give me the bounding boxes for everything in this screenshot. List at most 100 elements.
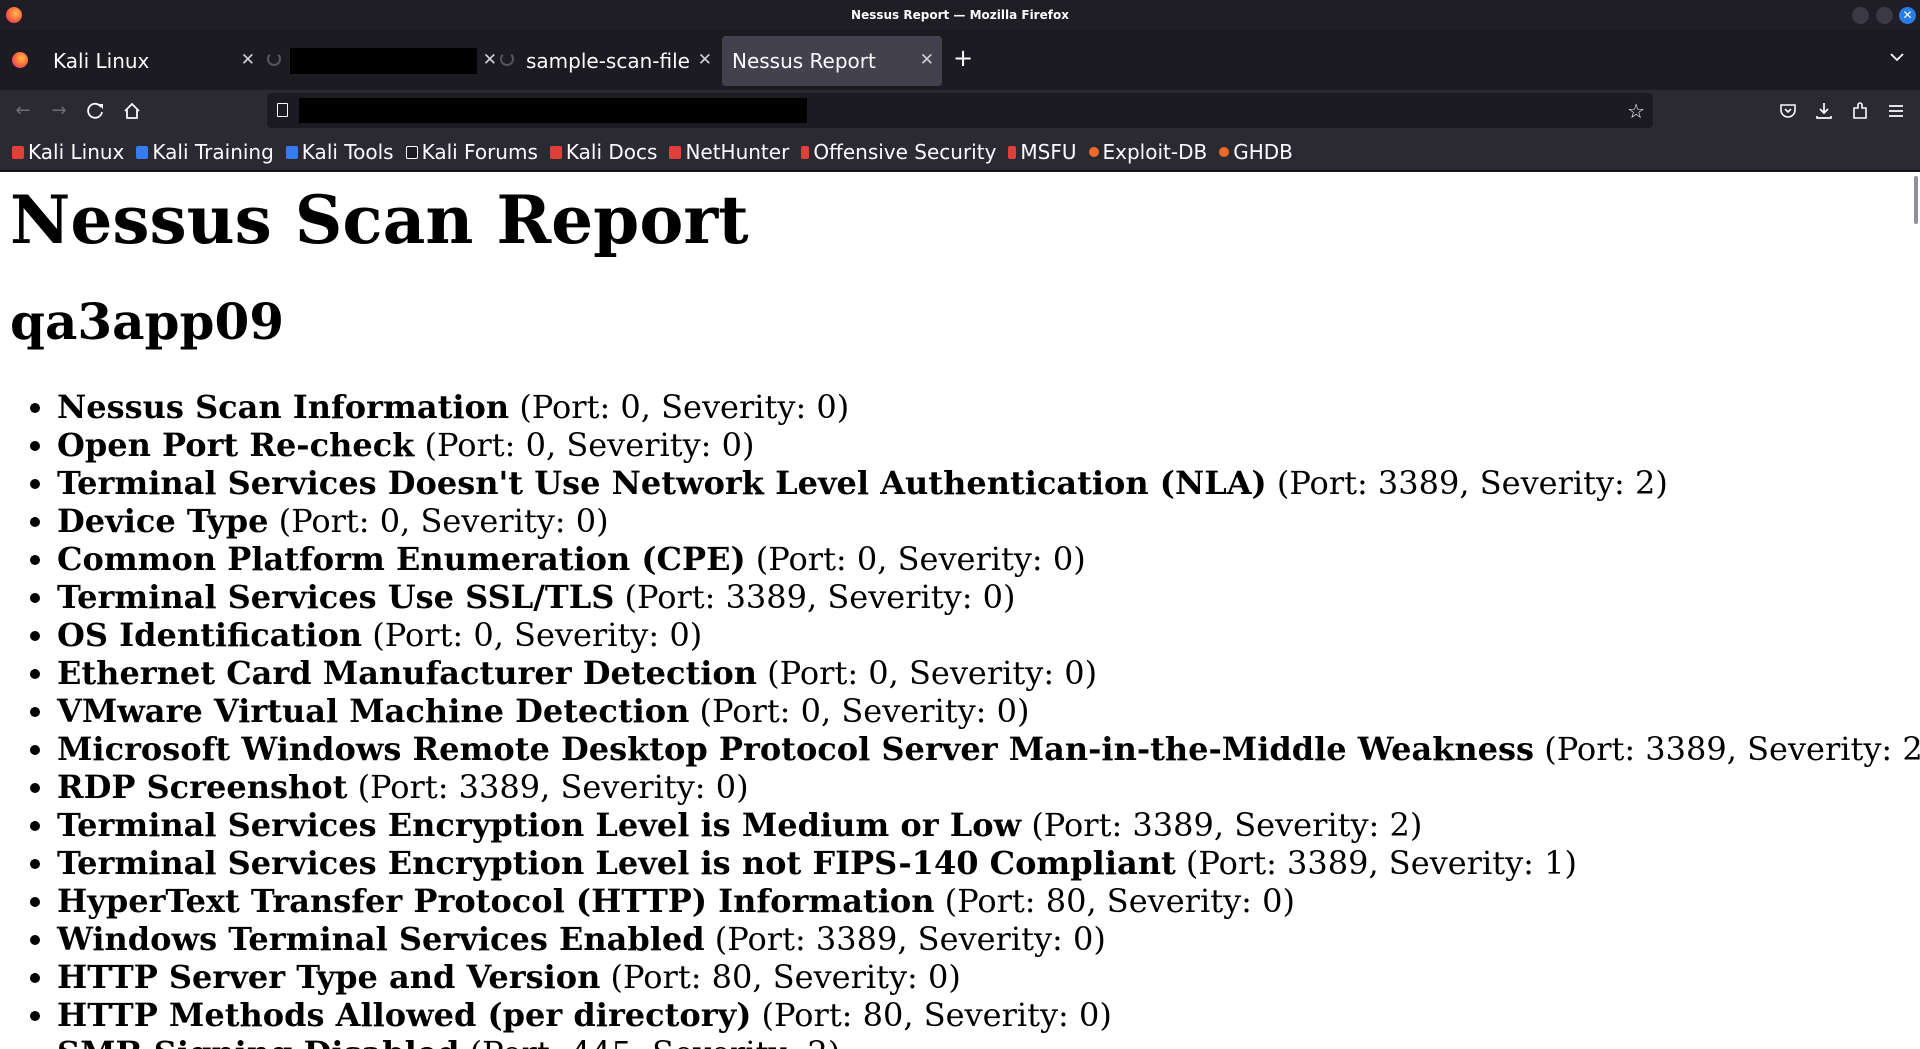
tab-kali-linux[interactable]: Kali Linux ✕: [43, 36, 263, 86]
finding-detail: (Port: 80, Severity: 0): [751, 996, 1112, 1034]
scrollbar[interactable]: [1914, 176, 1918, 224]
finding-name: HTTP Server Type and Version: [57, 958, 601, 996]
list-all-tabs-icon[interactable]: [1890, 50, 1904, 64]
window-titlebar: Nessus Report — Mozilla Firefox ✕: [0, 0, 1920, 30]
kali-docs-icon: [549, 145, 562, 159]
bookmark-label: Kali Tools: [301, 140, 394, 164]
finding-item: OS Identification (Port: 0, Severity: 0): [57, 616, 1920, 654]
tab-label: Nessus Report: [732, 49, 876, 73]
bookmarks-toolbar: Kali Linux Kali Training Kali Tools Kali…: [0, 134, 1920, 171]
firefox-view-icon[interactable]: [12, 52, 28, 68]
home-icon[interactable]: [121, 100, 143, 122]
finding-item: RDP Screenshot (Port: 3389, Severity: 0): [57, 768, 1920, 806]
bookmark-kali-forums[interactable]: Kali Forums: [405, 140, 538, 164]
tab-label: sample-scan-file: [526, 49, 690, 73]
finding-detail: (Port: 3389, Severity: 0): [347, 768, 749, 806]
bookmark-kali-docs[interactable]: Kali Docs: [549, 140, 658, 164]
bookmark-label: GHDB: [1233, 140, 1293, 164]
bookmark-kali-linux[interactable]: Kali Linux: [12, 140, 124, 164]
bookmark-msfu[interactable]: MSFU: [1008, 140, 1077, 164]
finding-name: Open Port Re-check: [57, 426, 415, 464]
finding-detail: (Port: 80, Severity: 0): [934, 882, 1295, 920]
downloads-icon[interactable]: [1813, 100, 1835, 122]
finding-item: Terminal Services Use SSL/TLS (Port: 338…: [57, 578, 1920, 616]
exploit-db-icon: [1088, 147, 1099, 157]
finding-name: Terminal Services Encryption Level is Me…: [57, 806, 1022, 844]
bookmark-label: Kali Training: [152, 140, 274, 164]
finding-name: Common Platform Enumeration (CPE): [57, 540, 746, 578]
finding-item: Ethernet Card Manufacturer Detection (Po…: [57, 654, 1920, 692]
loading-icon: [500, 52, 514, 66]
finding-detail: (Port: 3389, Severity: 2): [1021, 806, 1423, 844]
tab-close-icon[interactable]: ✕: [483, 50, 497, 70]
finding-name: SMB Signing Disabled: [57, 1034, 459, 1049]
finding-detail: (Port: 80, Severity: 0): [600, 958, 961, 996]
nethunter-icon: [669, 145, 682, 159]
tab-sample-scan-file[interactable]: sample-scan-file ✕: [500, 36, 712, 86]
finding-item: Nessus Scan Information (Port: 0, Severi…: [57, 388, 1920, 426]
bookmark-kali-tools[interactable]: Kali Tools: [285, 140, 394, 164]
finding-detail: (Port: 3389, Severity: 2): [1534, 730, 1920, 768]
bookmark-star-icon[interactable]: ☆: [1627, 99, 1645, 123]
finding-detail: (Port: 0, Severity: 0): [268, 502, 609, 540]
tab-close-icon[interactable]: ✕: [920, 50, 934, 70]
tab-redacted[interactable]: ✕: [267, 36, 497, 86]
finding-item: Common Platform Enumeration (CPE) (Port:…: [57, 540, 1920, 578]
tab-nessus-report[interactable]: Nessus Report ✕: [722, 36, 942, 86]
bookmark-ghdb[interactable]: GHDB: [1219, 140, 1293, 164]
close-window-button[interactable]: ✕: [1899, 7, 1916, 24]
finding-item: Windows Terminal Services Enabled (Port:…: [57, 920, 1920, 958]
minimize-button[interactable]: [1852, 7, 1869, 24]
finding-name: HyperText Transfer Protocol (HTTP) Infor…: [57, 882, 935, 920]
bookmark-label: Kali Forums: [421, 140, 538, 164]
tab-close-icon[interactable]: ✕: [698, 50, 712, 70]
kali-training-icon: [136, 145, 149, 159]
findings-list: Nessus Scan Information (Port: 0, Severi…: [0, 388, 1920, 1049]
url-bar[interactable]: ☆: [267, 93, 1653, 128]
finding-name: Terminal Services Use SSL/TLS: [57, 578, 615, 616]
bookmark-exploit-db[interactable]: Exploit-DB: [1088, 140, 1208, 164]
finding-detail: (Port: 3389, Severity: 2): [1266, 464, 1668, 502]
maximize-button[interactable]: [1876, 7, 1893, 24]
forward-button[interactable]: →: [48, 100, 70, 122]
back-button[interactable]: ←: [12, 100, 34, 122]
finding-detail: (Port: 0, Severity: 0): [414, 426, 755, 464]
finding-item: SMB Signing Disabled (Port: 445, Severit…: [57, 1034, 1920, 1049]
finding-item: HyperText Transfer Protocol (HTTP) Infor…: [57, 882, 1920, 920]
menu-icon[interactable]: [1885, 100, 1907, 122]
new-tab-button[interactable]: +: [953, 46, 973, 70]
reload-icon[interactable]: [85, 100, 107, 122]
offsec-icon: [801, 145, 810, 159]
finding-name: Windows Terminal Services Enabled: [57, 920, 705, 958]
msfu-icon: [1008, 145, 1017, 159]
finding-name: HTTP Methods Allowed (per directory): [57, 996, 752, 1034]
bookmark-label: Kali Linux: [28, 140, 125, 164]
bookmark-offensive-security[interactable]: Offensive Security: [801, 140, 996, 164]
bookmark-label: Kali Docs: [565, 140, 658, 164]
kali-dragon-icon: [12, 145, 24, 159]
finding-detail: (Port: 3389, Severity: 1): [1175, 844, 1577, 882]
finding-name: Device Type: [57, 502, 269, 540]
finding-name: Terminal Services Doesn't Use Network Le…: [57, 464, 1267, 502]
finding-detail: (Port: 0, Severity: 0): [745, 540, 1086, 578]
finding-name: OS Identification: [57, 616, 363, 654]
loading-icon: [267, 52, 281, 66]
finding-name: VMware Virtual Machine Detection: [57, 692, 690, 730]
tab-label: Kali Linux: [53, 49, 150, 73]
finding-detail: (Port: 3389, Severity: 0): [704, 920, 1106, 958]
pocket-icon[interactable]: [1777, 100, 1799, 122]
bookmark-kali-training[interactable]: Kali Training: [136, 140, 274, 164]
tab-close-icon[interactable]: ✕: [241, 50, 255, 70]
bookmark-label: Exploit-DB: [1102, 140, 1208, 164]
bookmark-label: NetHunter: [685, 140, 790, 164]
finding-name: RDP Screenshot: [57, 768, 348, 806]
finding-item: Terminal Services Encryption Level is no…: [57, 844, 1920, 882]
bookmark-nethunter[interactable]: NetHunter: [669, 140, 789, 164]
finding-name: Ethernet Card Manufacturer Detection: [57, 654, 757, 692]
finding-item: HTTP Methods Allowed (per directory) (Po…: [57, 996, 1920, 1034]
page-content: Nessus Scan Report qa3app09 Nessus Scan …: [0, 172, 1920, 1049]
page-icon: [277, 103, 288, 117]
bookmark-label: Offensive Security: [813, 140, 997, 164]
finding-name: Microsoft Windows Remote Desktop Protoco…: [57, 730, 1535, 768]
extensions-icon[interactable]: [1849, 100, 1871, 122]
